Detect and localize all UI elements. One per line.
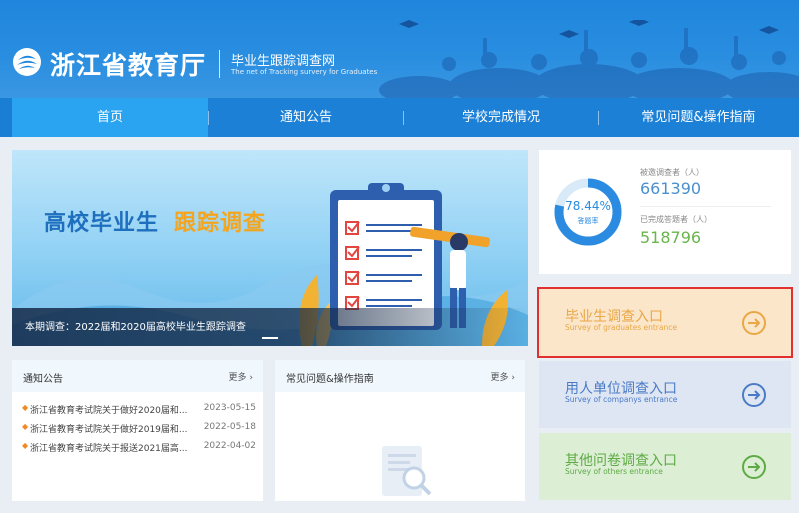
notice-title: 浙江省教育考试院关于做好2020届和... [30,406,188,416]
bullet-diamond-icon: ◆ [22,422,29,431]
notice-item[interactable]: ◆ 浙江省教育考试院关于做好2019届和... 2022-05-18 [22,422,256,436]
bullet-diamond-icon: ◆ [22,403,29,412]
panel-header: 通知公告 更多 › [12,360,263,392]
entrance-subtitle: Survey of companys entrance [565,395,678,404]
notices-more-link[interactable]: 更多 › [229,370,253,383]
nav-school-progress[interactable]: 学校完成情况 [404,98,598,137]
notice-date: 2022-05-18 [203,422,256,432]
site-subtitle-en: The net of Tracking survery for Graduate… [231,68,378,76]
site-header: 浙江省教育厅 毕业生跟踪调查网 The net of Tracking surv… [0,0,799,98]
arrow-right-circle-icon [742,383,766,407]
notices-panel: 通知公告 更多 › ◆ 浙江省教育考试院关于做好2020届和... 2023-0… [12,360,263,501]
stats-divider [640,206,771,207]
nav-notices[interactable]: 通知公告 [209,98,403,137]
notice-title: 浙江省教育考试院关于做好2019届和... [30,425,188,435]
education-logo-icon [13,48,41,76]
completed-label: 已完成答题者（人） [640,215,712,224]
site-subtitle: 毕业生跟踪调查网 [231,54,336,69]
notice-date: 2023-05-15 [203,403,256,413]
bullet-diamond-icon: ◆ [22,441,29,450]
completed-count: 518796 [640,228,702,247]
panel-title: 常见问题&操作指南 [286,374,374,385]
faq-panel: 常见问题&操作指南 更多 › [275,360,525,501]
notice-date: 2022-04-02 [203,441,256,451]
arrow-right-circle-icon [742,455,766,479]
entrance-subtitle: Survey of graduates entrance [565,323,677,332]
response-rate-label: 答题率 [577,217,599,225]
response-rate-value: 78.44% [565,199,611,213]
graduate-survey-entrance[interactable]: 毕业生调查入口 Survey of graduates entrance [537,287,793,358]
banner-title-highlight: 跟踪调查 [174,211,267,236]
employer-survey-entrance[interactable]: 用人单位调查入口 Survey of companys entrance [539,361,791,428]
arrow-right-circle-icon [742,311,766,335]
notice-item[interactable]: ◆ 浙江省教育考试院关于做好2020届和... 2023-05-15 [22,403,256,417]
empty-document-search-icon [382,446,432,496]
invited-count: 661390 [640,179,702,198]
entrance-subtitle: Survey of others entrance [565,467,663,476]
nav-home[interactable]: 首页 [12,98,208,137]
notice-title: 浙江省教育考试院关于报送2021届高... [30,444,188,454]
main-nav: 首页 通知公告 学校完成情况 常见问题&操作指南 [12,98,799,137]
other-survey-entrance[interactable]: 其他问卷调查入口 Survey of others entrance [539,433,791,500]
panel-header: 常见问题&操作指南 更多 › [275,360,525,392]
panel-title: 通知公告 [23,374,63,385]
logo-title: 浙江省教育厅 [50,51,207,80]
graduates-crowd-illustration [379,20,799,98]
nav-faq-guide[interactable]: 常见问题&操作指南 [599,98,798,137]
logo-divider [219,50,220,78]
invited-label: 被邀调查者（人） [640,168,704,177]
banner-caption[interactable]: 本期调查：2022届和2020届高校毕业生跟踪调查 [25,318,246,333]
notice-item[interactable]: ◆ 浙江省教育考试院关于报送2021届高... 2022-04-02 [22,441,256,455]
carousel-indicator[interactable] [262,337,278,339]
banner-title: 高校毕业生 [44,211,160,236]
survey-stats-card: 78.44% 答题率 被邀调查者（人） 661390 已完成答题者（人） 518… [539,150,791,274]
faq-more-link[interactable]: 更多 › [491,370,515,383]
